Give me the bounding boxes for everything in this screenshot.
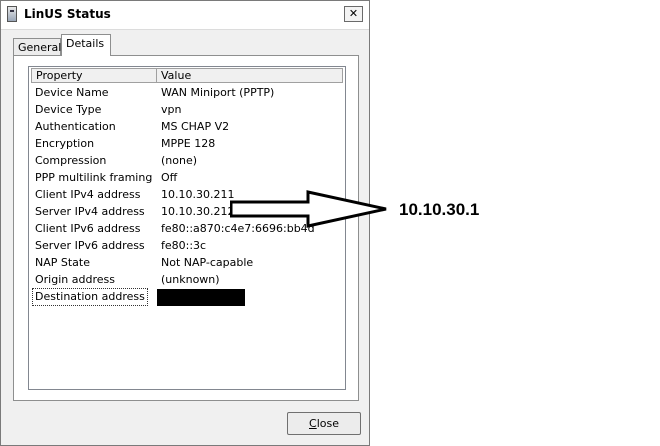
app-icon <box>7 6 17 22</box>
table-row[interactable]: Compression (none) <box>33 153 343 170</box>
row-value: Off <box>161 171 178 184</box>
row-value: MS CHAP V2 <box>161 120 230 133</box>
close-button[interactable]: Close <box>287 412 361 435</box>
row-property: Compression <box>35 154 107 167</box>
column-header-property[interactable]: Property <box>32 69 157 82</box>
row-value: 10.10.30.212 <box>161 205 235 218</box>
title-bar[interactable]: LinUS Status ✕ <box>1 1 369 30</box>
table-row[interactable]: Encryption MPPE 128 <box>33 136 343 153</box>
table-row[interactable]: Destination address <box>32 288 343 306</box>
list-header: Property Value <box>31 68 343 83</box>
annotation-arrow-icon <box>230 190 387 228</box>
row-property: Server IPv6 address <box>35 239 145 252</box>
table-row[interactable]: PPP multilink framing Off <box>33 170 343 187</box>
close-button-label: lose <box>316 417 339 430</box>
close-window-button[interactable]: ✕ <box>344 6 363 22</box>
tab-details[interactable]: Details <box>61 34 111 56</box>
row-property: Client IPv6 address <box>35 222 141 235</box>
row-value: vpn <box>161 103 182 116</box>
row-property: Client IPv4 address <box>35 188 141 201</box>
table-row[interactable]: Authentication MS CHAP V2 <box>33 119 343 136</box>
tab-general[interactable]: General <box>13 38 61 55</box>
close-button-mnemonic: C <box>309 417 317 430</box>
row-value: WAN Miniport (PPTP) <box>161 86 275 99</box>
row-value: (none) <box>161 154 198 167</box>
table-row[interactable]: Server IPv6 address fe80::3c <box>33 238 343 255</box>
row-property: Device Name <box>35 86 109 99</box>
row-property: PPP multilink framing <box>35 171 153 184</box>
row-property: Device Type <box>35 103 102 116</box>
annotation-text: 10.10.30.1 <box>399 200 480 219</box>
table-row[interactable]: NAP State Not NAP-capable <box>33 255 343 272</box>
row-value: Not NAP-capable <box>161 256 254 269</box>
row-value: (unknown) <box>161 273 220 286</box>
row-property: Destination address <box>32 288 148 306</box>
column-header-value[interactable]: Value <box>157 69 191 82</box>
table-row[interactable]: Device Type vpn <box>33 102 343 119</box>
row-property: Server IPv4 address <box>35 205 145 218</box>
row-property: NAP State <box>35 256 90 269</box>
window-title: LinUS Status <box>24 7 111 21</box>
row-value: MPPE 128 <box>161 137 216 150</box>
row-property: Encryption <box>35 137 95 150</box>
row-property: Origin address <box>35 273 115 286</box>
redacted-value-block <box>157 289 245 306</box>
row-value: fe80::3c <box>161 239 207 252</box>
row-value: 10.10.30.211 <box>161 188 235 201</box>
row-property: Authentication <box>35 120 116 133</box>
table-row[interactable]: Origin address (unknown) <box>33 272 343 289</box>
table-row[interactable]: Device Name WAN Miniport (PPTP) <box>33 85 343 102</box>
